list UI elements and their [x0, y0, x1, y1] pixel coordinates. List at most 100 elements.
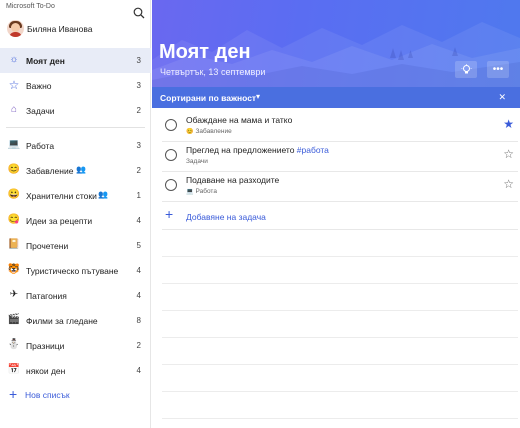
sidebar-item-label: Забавление — [26, 166, 74, 176]
clapper-icon: 🎬 — [7, 314, 21, 325]
task-row[interactable]: Преглед на предложението #работа Задачи ☆ — [162, 142, 518, 172]
item-count: 2 — [136, 166, 141, 175]
notebook-icon: 📔 — [7, 239, 21, 250]
empty-row-line — [162, 338, 518, 365]
chevron-down-icon[interactable]: ▾ — [256, 92, 260, 101]
sidebar-item-label: някои ден — [26, 366, 66, 376]
ellipsis-icon: ••• — [492, 63, 504, 75]
item-count: 2 — [136, 341, 141, 350]
complete-checkbox[interactable] — [165, 149, 177, 161]
importance-star-icon[interactable]: ☆ — [503, 177, 514, 191]
airplane-icon: ✈ — [9, 289, 19, 300]
sidebar: Microsoft To-Do Биляна Иванова ☼ Моят ден… — [0, 0, 151, 428]
sidebar-item-label: Патагония — [26, 291, 67, 301]
sidebar-item-label: Моят ден — [26, 56, 65, 66]
add-task-label: Добавяне на задача — [186, 212, 266, 222]
laptop-icon: 💻 — [7, 139, 21, 150]
avatar — [7, 20, 24, 37]
plus-icon: + — [9, 386, 18, 402]
sidebar-item-important[interactable]: ☆ Важно 3 — [0, 73, 151, 98]
more-options-button[interactable]: ••• — [487, 61, 509, 78]
page-title: Моят ден — [159, 41, 251, 63]
item-count: 1 — [136, 191, 141, 200]
smart-lists: ☼ Моят ден 3 ☆ Важно 3 ⌂ Задачи 2 — [0, 48, 151, 123]
suggestions-button[interactable] — [455, 61, 477, 78]
yum-emoji-icon: 😋 — [7, 214, 21, 225]
sidebar-item-tasks[interactable]: ⌂ Задачи 2 — [0, 98, 151, 123]
importance-star-icon[interactable]: ★ — [503, 117, 514, 131]
user-profile[interactable]: Биляна Иванова — [0, 16, 151, 42]
sidebar-item-label: Туристическо пътуване — [26, 266, 119, 276]
item-count: 8 — [136, 316, 141, 325]
task-row[interactable]: Обаждане на мама и татко 😊 Забавление ★ — [162, 112, 518, 142]
new-list-button[interactable]: + Нов списък — [0, 384, 151, 406]
sort-bar: Сортирани по важност ▾ ✕ — [152, 87, 520, 108]
item-count: 4 — [136, 366, 141, 375]
item-count: 5 — [136, 241, 141, 250]
task-list: Обаждане на мама и татко 😊 Забавление ★ Прег… — [152, 112, 520, 428]
empty-row-line — [162, 419, 518, 428]
sidebar-item-fun[interactable]: 😊 Забавление 👥 2 — [0, 158, 151, 183]
sidebar-item-my-day[interactable]: ☼ Моят ден 3 — [0, 48, 151, 73]
sidebar-item-recipes[interactable]: 😋 Идеи за рецепти 4 — [0, 208, 151, 233]
list-icon: 😊 — [186, 129, 194, 135]
sidebar-item-patagonia[interactable]: ✈ Патагония 4 — [0, 283, 151, 308]
complete-checkbox[interactable] — [165, 179, 177, 191]
empty-row-line — [162, 365, 518, 392]
task-title: Обаждане на мама и татко — [186, 115, 293, 125]
shared-people-icon: 👥 — [76, 165, 86, 174]
sidebar-item-work[interactable]: 💻 Работа 3 — [0, 133, 151, 158]
new-list-label: Нов списък — [25, 390, 70, 400]
task-title: Подаване на разходите — [186, 175, 280, 185]
task-hashtag: #работа — [296, 145, 329, 155]
task-title: Преглед на предложението #работа — [186, 145, 329, 155]
sidebar-item-someday[interactable]: 📅 някои ден 4 — [0, 358, 151, 383]
task-row[interactable]: Подаване на разходите 💻 Работа ☆ — [162, 172, 518, 202]
importance-star-icon[interactable]: ☆ — [503, 147, 514, 161]
main-panel: Моят ден Четвъртък, 13 септември ••• Сор… — [152, 0, 520, 428]
item-count: 4 — [136, 266, 141, 275]
star-icon: ☆ — [8, 78, 20, 92]
sidebar-item-groceries[interactable]: 😀 Хранителни стоки 👥 1 — [0, 183, 151, 208]
lightbulb-icon — [461, 64, 471, 74]
home-icon: ⌂ — [10, 104, 18, 115]
item-count: 4 — [136, 216, 141, 225]
complete-checkbox[interactable] — [165, 119, 177, 131]
sidebar-item-label: Хранителни стоки — [26, 191, 97, 201]
add-task-button[interactable]: + Добавяне на задача — [162, 202, 518, 230]
shared-people-icon: 👥 — [98, 190, 108, 199]
item-count: 3 — [136, 81, 141, 90]
empty-row-line — [162, 230, 518, 257]
sidebar-item-movies[interactable]: 🎬 Филми за гледане 8 — [0, 308, 151, 333]
user-lists: 💻 Работа 3 😊 Забавление 👥 2 😀 Хранителни стоки 👥 1… — [0, 133, 151, 383]
page-date: Четвъртък, 13 септември — [160, 67, 266, 77]
task-list-name: 💻 Работа — [186, 188, 217, 195]
app-title: Microsoft To-Do — [6, 3, 55, 10]
search-icon[interactable] — [133, 7, 145, 19]
sidebar-item-label: Идеи за рецепти — [26, 216, 93, 226]
sidebar-item-travel[interactable]: 🐯 Туристическо пътуване 4 — [0, 258, 151, 283]
item-count: 4 — [136, 291, 141, 300]
sun-icon: ☼ — [9, 54, 19, 65]
sidebar-item-holidays[interactable]: ⛄ Празници 2 — [0, 333, 151, 358]
grin-emoji-icon: 😀 — [7, 189, 21, 200]
sidebar-item-label: Филми за гледане — [26, 316, 98, 326]
smile-emoji-icon: 😊 — [7, 164, 21, 175]
close-icon[interactable]: ✕ — [498, 92, 506, 103]
sidebar-item-label: Важно — [26, 81, 52, 91]
sidebar-item-label: Задачи — [26, 106, 55, 116]
header-banner: Моят ден Четвъртък, 13 септември ••• — [152, 0, 520, 87]
snowman-icon: ⛄ — [7, 339, 21, 350]
empty-row-line — [162, 311, 518, 338]
sort-label[interactable]: Сортирани по важност — [160, 93, 256, 103]
calendar-icon: 📅 — [7, 364, 21, 375]
item-count: 3 — [136, 141, 141, 150]
empty-row-line — [162, 284, 518, 311]
list-icon: 💻 — [186, 189, 194, 195]
sidebar-item-label: Работа — [26, 141, 55, 151]
item-count: 2 — [136, 106, 141, 115]
plus-icon: + — [165, 206, 174, 222]
sidebar-item-label: Празници — [26, 341, 65, 351]
sidebar-item-read[interactable]: 📔 Прочетени 5 — [0, 233, 151, 258]
sidebar-item-label: Прочетени — [26, 241, 69, 251]
